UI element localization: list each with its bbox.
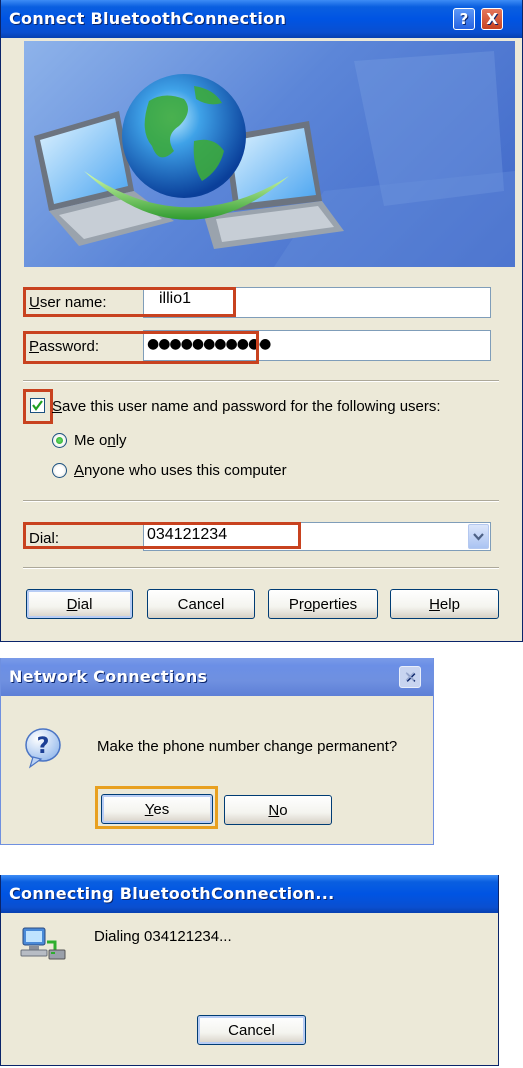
connecting-dialog: Connecting BluetoothConnection... Dialin… bbox=[0, 875, 499, 1066]
network-dialog-titlebar[interactable]: Network Connections ✕ bbox=[1, 658, 433, 696]
question-icon: ? bbox=[25, 728, 61, 769]
network-dialog-title: Network Connections bbox=[9, 667, 208, 686]
network-illustration bbox=[34, 51, 515, 267]
svg-text:?: ? bbox=[37, 734, 50, 759]
connecting-dialog-titlebar[interactable]: Connecting BluetoothConnection... bbox=[1, 875, 498, 913]
connecting-dialog-title: Connecting BluetoothConnection... bbox=[9, 884, 335, 903]
cancel-button[interactable]: Cancel bbox=[147, 589, 255, 619]
username-highlight bbox=[23, 287, 236, 317]
connect-dialog-title: Connect BluetoothConnection bbox=[9, 9, 287, 28]
properties-button[interactable]: Properties bbox=[268, 589, 378, 619]
close-icon: ✕ bbox=[399, 666, 421, 688]
cancel-dialing-button[interactable]: Cancel bbox=[197, 1015, 306, 1045]
network-computer-icon bbox=[20, 927, 66, 960]
separator bbox=[23, 500, 499, 502]
password-highlight bbox=[23, 331, 259, 364]
dropdown-arrow-button[interactable] bbox=[468, 524, 489, 549]
chevron-down-icon bbox=[473, 533, 484, 541]
save-credentials-label[interactable]: Save this user name and password for the… bbox=[52, 398, 441, 415]
dialing-computer-icon bbox=[19, 922, 67, 966]
network-dialog-message: Make the phone number change permanent? bbox=[97, 738, 398, 755]
save-checkbox-highlight bbox=[23, 389, 53, 424]
network-connections-dialog: Network Connections ✕ ? Make the phone n… bbox=[0, 658, 434, 845]
separator bbox=[23, 380, 499, 382]
radio-me-only-label[interactable]: Me only bbox=[74, 432, 127, 449]
connection-banner-image bbox=[24, 41, 515, 267]
radio-anyone-label[interactable]: Anyone who uses this computer bbox=[74, 462, 287, 479]
radio-me-only[interactable] bbox=[52, 433, 67, 448]
connect-dialog: Connect BluetoothConnection ? X User nam… bbox=[0, 0, 523, 642]
connect-dialog-titlebar[interactable]: Connect BluetoothConnection ? X bbox=[1, 0, 522, 38]
help-icon[interactable]: ? bbox=[453, 8, 475, 30]
no-button[interactable]: No bbox=[224, 795, 332, 825]
dialing-status-text: Dialing 034121234... bbox=[94, 928, 232, 945]
radio-anyone[interactable] bbox=[52, 463, 67, 478]
help-button[interactable]: Help bbox=[390, 589, 499, 619]
dial-button[interactable]: Dial bbox=[26, 589, 133, 619]
dial-highlight bbox=[23, 522, 301, 549]
yes-highlight bbox=[95, 786, 218, 829]
close-icon[interactable]: X bbox=[481, 8, 503, 30]
question-icon: ? bbox=[21, 726, 65, 774]
radio-selected-dot bbox=[56, 437, 63, 444]
separator bbox=[23, 567, 499, 569]
